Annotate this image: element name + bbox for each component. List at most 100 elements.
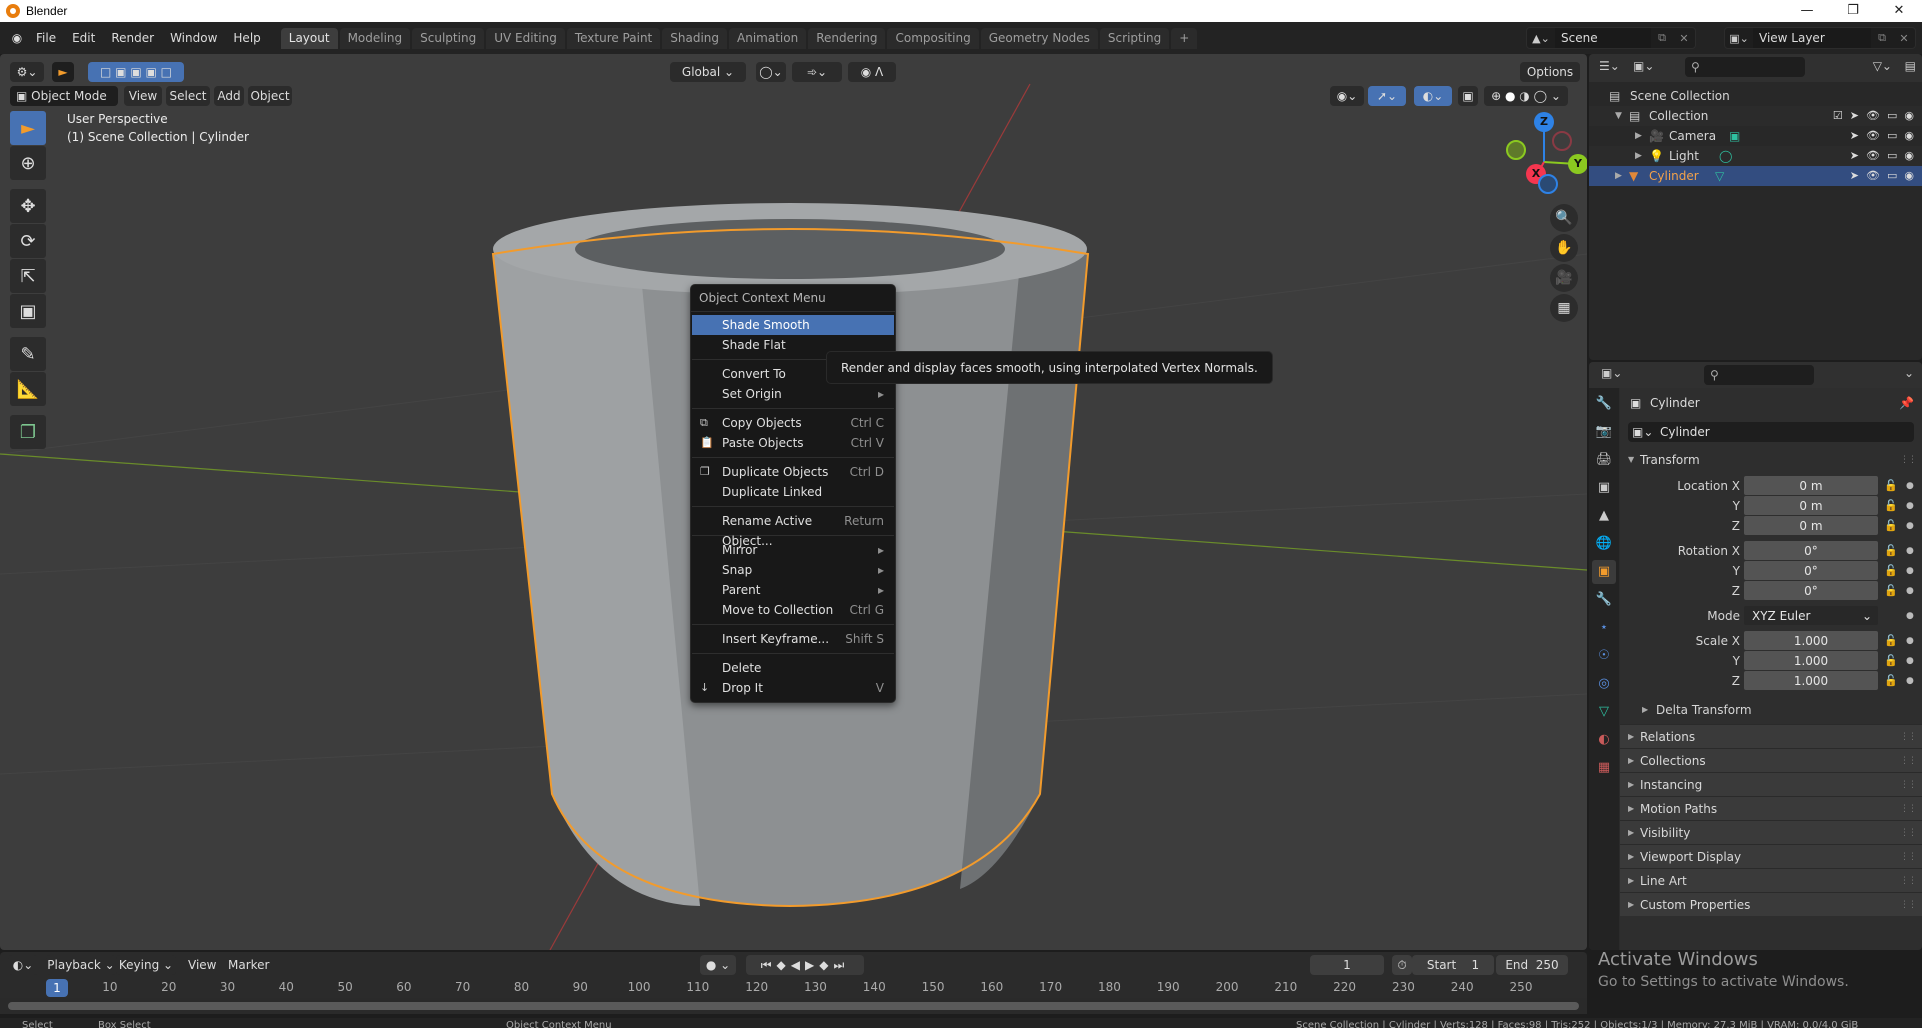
properties-search-input[interactable]: ⚲ bbox=[1704, 365, 1814, 385]
scale-y-field[interactable]: 1.000 bbox=[1744, 651, 1878, 670]
gizmo-y-axis[interactable]: Y bbox=[1568, 154, 1587, 174]
collapse-arrow-icon[interactable]: ▼ bbox=[1615, 106, 1622, 126]
drag-handle-icon[interactable]: ⋮⋮ bbox=[1900, 821, 1917, 845]
mesh-data-icon[interactable]: ▽ bbox=[1715, 166, 1724, 186]
menu-item-shade-smooth[interactable]: Shade Smooth bbox=[692, 315, 894, 335]
drag-handle-icon[interactable]: ⋮⋮ bbox=[1900, 797, 1917, 821]
outliner-search-input[interactable]: ⚲ bbox=[1685, 57, 1805, 77]
tab-scripting[interactable]: Scripting bbox=[1099, 28, 1170, 49]
menu-item-rename-active-object[interactable]: Rename Active Object... Return bbox=[692, 511, 894, 548]
drag-handle-icon[interactable]: ⋮⋮ bbox=[1900, 773, 1917, 797]
pin-icon[interactable]: 📌 bbox=[1899, 393, 1914, 413]
panel-viewport-display[interactable]: ▶ Viewport Display ⋮⋮ bbox=[1620, 844, 1922, 868]
menu-item-delete[interactable]: Delete bbox=[692, 658, 894, 678]
monitor-icon[interactable]: ▭ bbox=[1887, 146, 1897, 166]
exclude-checkbox[interactable]: ☑ bbox=[1833, 106, 1843, 126]
tab-compositing[interactable]: Compositing bbox=[887, 28, 979, 49]
next-keyframe-icon[interactable]: ◆ bbox=[819, 958, 833, 972]
tab-animation[interactable]: Animation bbox=[729, 28, 807, 49]
tab-constraints[interactable]: ◎ bbox=[1592, 672, 1616, 696]
mode-dropdown[interactable]: ▣ Object Mode ⌄ bbox=[10, 86, 118, 123]
tab-physics[interactable]: ☉ bbox=[1592, 644, 1616, 668]
close-button[interactable]: ✕ bbox=[1876, 0, 1922, 22]
blender-menu-icon[interactable]: ◉ bbox=[6, 31, 28, 45]
eye-icon[interactable]: 👁 bbox=[1866, 146, 1880, 166]
scale-z-field[interactable]: 1.000 bbox=[1744, 671, 1878, 690]
tab-sculpting[interactable]: Sculpting bbox=[412, 28, 485, 49]
rotation-x-field[interactable]: 0° bbox=[1744, 541, 1878, 560]
pivot-point-dropdown[interactable]: ◯⌄ bbox=[756, 62, 786, 82]
proportional-edit-toggle[interactable]: ◉ Λ bbox=[848, 62, 896, 82]
view-layer-selector[interactable]: ▣⌄ View Layer ⧉ ✕ bbox=[1724, 27, 1916, 49]
render-camera-icon[interactable]: ◉ bbox=[1904, 146, 1914, 166]
tab-shading[interactable]: Shading bbox=[662, 28, 727, 49]
gizmo-neg-z-axis[interactable] bbox=[1538, 174, 1558, 194]
menu-item-set-origin[interactable]: Set Origin ▸ bbox=[692, 384, 894, 404]
scale-x-field[interactable]: 1.000 bbox=[1744, 631, 1878, 650]
expand-arrow-icon[interactable]: ▶ bbox=[1635, 126, 1642, 146]
keyframe-dot-icon[interactable]: ● bbox=[1906, 581, 1914, 601]
delete-scene-icon[interactable]: ✕ bbox=[1673, 32, 1695, 45]
selectable-icon[interactable]: ➤ bbox=[1850, 146, 1859, 166]
timeline-scrollbar[interactable] bbox=[8, 1002, 1579, 1010]
expand-arrow-icon[interactable]: ▶ bbox=[1635, 146, 1642, 166]
view-layer-name[interactable]: View Layer bbox=[1753, 28, 1871, 48]
delta-transform-subpanel[interactable]: ▶ Delta Transform bbox=[1620, 700, 1922, 720]
visibility-dropdown[interactable]: ◉⌄ bbox=[1330, 86, 1364, 106]
object-menu[interactable]: Object bbox=[248, 86, 292, 106]
menu-item-paste-objects[interactable]: 📋 Paste Objects Ctrl V bbox=[692, 433, 894, 453]
selection-mode-buttons[interactable]: □ ▣ ▣ ▣ □ bbox=[88, 62, 184, 82]
camera-data-icon[interactable]: ▣ bbox=[1729, 126, 1740, 146]
delete-view-layer-icon[interactable]: ✕ bbox=[1893, 32, 1915, 45]
menu-item-move-to-collection[interactable]: Move to Collection Ctrl G bbox=[692, 600, 894, 620]
tab-view-layer[interactable]: ▣ bbox=[1592, 476, 1616, 500]
play-reverse-icon[interactable]: ◀ bbox=[791, 958, 805, 972]
location-x-field[interactable]: 0 m bbox=[1744, 476, 1878, 495]
play-icon[interactable]: ▶ bbox=[805, 958, 819, 972]
tab-world[interactable]: 🌐 bbox=[1592, 532, 1616, 556]
scene-selector[interactable]: ▲⌄ Scene ⧉ ✕ bbox=[1526, 27, 1696, 49]
keyframe-dot-icon[interactable]: ● bbox=[1906, 606, 1914, 626]
menu-item-drop-it[interactable]: ↓ Drop It V bbox=[692, 678, 894, 698]
keyframe-dot-icon[interactable]: ● bbox=[1906, 541, 1914, 561]
minimize-button[interactable]: — bbox=[1784, 0, 1830, 22]
outliner-item-light[interactable]: ▶ 💡 Light ◯ ➤ 👁 ▭ ◉ bbox=[1589, 146, 1922, 166]
menu-render[interactable]: Render bbox=[103, 28, 162, 48]
selectable-icon[interactable]: ➤ bbox=[1850, 166, 1859, 186]
timeline-track[interactable] bbox=[0, 998, 1587, 1014]
add-cube-tool[interactable]: ❐ bbox=[10, 415, 46, 449]
prev-keyframe-icon[interactable]: ◆ bbox=[777, 958, 791, 972]
menu-item-insert-keyframe[interactable]: Insert Keyframe... Shift S bbox=[692, 629, 894, 649]
view-layer-filter-dropdown[interactable]: ▣⌄ bbox=[1633, 59, 1654, 73]
tab-material[interactable]: ◐ bbox=[1592, 728, 1616, 752]
view-menu[interactable]: View bbox=[124, 86, 162, 106]
outliner-item-collection[interactable]: ▼ ▤ Collection ☑ ➤ 👁 ▭ ◉ bbox=[1589, 106, 1922, 126]
tab-particles[interactable]: ⋆ bbox=[1592, 616, 1616, 640]
render-camera-icon[interactable]: ◉ bbox=[1904, 106, 1914, 126]
perspective-toggle-button[interactable]: ▦ bbox=[1550, 294, 1578, 322]
lock-icon[interactable]: 🔓 bbox=[1884, 561, 1898, 581]
lock-icon[interactable]: 🔓 bbox=[1884, 541, 1898, 561]
keyframe-dot-icon[interactable]: ● bbox=[1906, 671, 1914, 691]
end-frame-field[interactable]: End 250 bbox=[1496, 955, 1568, 975]
menu-item-snap[interactable]: Snap ▸ bbox=[692, 560, 894, 580]
monitor-icon[interactable]: ▭ bbox=[1887, 106, 1897, 126]
restore-button[interactable]: ❐ bbox=[1830, 0, 1876, 22]
jump-start-icon[interactable]: ⏮ bbox=[761, 958, 777, 972]
playhead[interactable]: 1 bbox=[46, 979, 68, 997]
panel-line-art[interactable]: ▶ Line Art ⋮⋮ bbox=[1620, 868, 1922, 892]
select-tool-icon[interactable]: ► bbox=[52, 62, 74, 82]
keyframe-dot-icon[interactable]: ● bbox=[1906, 476, 1914, 496]
playback-menu[interactable]: Playback ⌄ bbox=[46, 955, 116, 975]
menu-item-parent[interactable]: Parent ▸ bbox=[692, 580, 894, 600]
tab-data[interactable]: ▽ bbox=[1592, 700, 1616, 724]
location-z-field[interactable]: 0 m bbox=[1744, 516, 1878, 535]
gizmo-z-axis[interactable]: Z bbox=[1534, 112, 1554, 132]
current-frame-field[interactable]: 1 bbox=[1310, 955, 1384, 975]
frame-ruler[interactable]: 1 10 20 30 40 50 60 70 80 90 100 110 120 130 140 150 16… bbox=[0, 978, 1587, 998]
transform-orientation-dropdown[interactable]: Global ⌄ bbox=[670, 62, 746, 82]
scale-tool[interactable]: ⇱ bbox=[10, 259, 46, 293]
selectable-icon[interactable]: ➤ bbox=[1850, 106, 1859, 126]
lock-icon[interactable]: 🔓 bbox=[1884, 476, 1898, 496]
editor-type-button[interactable]: ▣⌄ bbox=[1601, 366, 1622, 380]
